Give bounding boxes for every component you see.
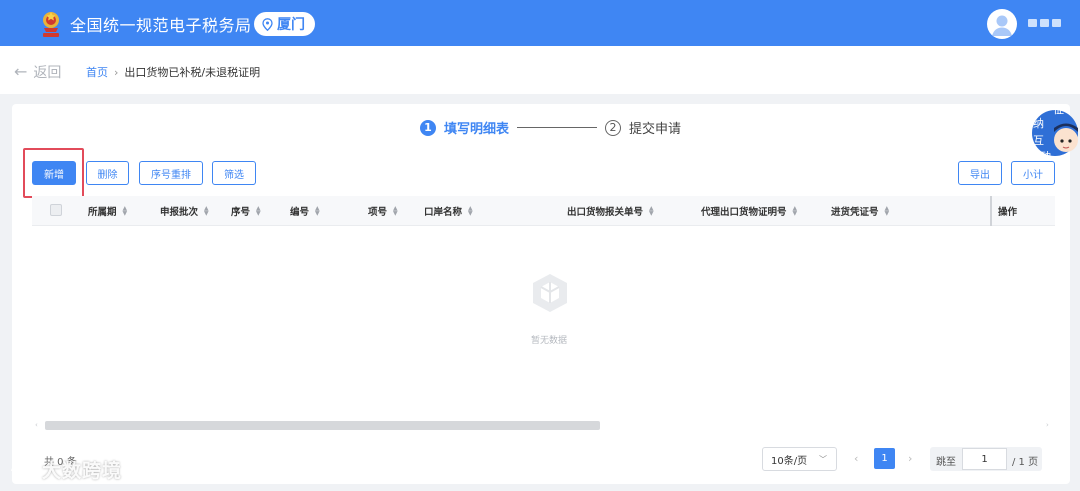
mascot-char-1: 征 xyxy=(1053,103,1064,116)
mascot-char-2: 纳 xyxy=(1033,117,1044,130)
breadcrumb-bar: ← 返回 首页 › 出口货物已补税/未退税证明 xyxy=(0,46,1080,94)
scroll-right-icon[interactable]: › xyxy=(1046,421,1049,429)
column-divider xyxy=(990,196,992,226)
jump-label: 跳至 xyxy=(936,457,956,468)
export-button[interactable]: 导出 xyxy=(958,161,1002,185)
sort-icon[interactable]: ▲ ▼ xyxy=(123,206,128,217)
sort-icon[interactable]: ▲ ▼ xyxy=(315,206,320,217)
prev-page-icon[interactable]: ‹ xyxy=(854,452,858,465)
reorder-button[interactable]: 序号重排 xyxy=(139,161,203,185)
user-name-masked[interactable] xyxy=(1028,19,1062,27)
column-header-agent-cert-no[interactable]: 代理出口货物证明号 ▲ ▼ xyxy=(701,196,797,226)
table-header: 所属期 ▲ ▼ 申报批次 ▲ ▼ 序号 ▲ ▼ 编号 ▲ ▼ 项号 ▲ ▼ 口岸名称 ▲ ▼… xyxy=(32,196,1055,226)
column-header-item[interactable]: 项号 ▲ ▼ xyxy=(368,196,398,226)
scrollbar-thumb[interactable] xyxy=(45,421,600,430)
sort-icon[interactable]: ▲ ▼ xyxy=(885,206,890,217)
city-name: 厦门 xyxy=(277,17,305,33)
sort-icon[interactable]: ▲ ▼ xyxy=(649,206,654,217)
column-header-declaration-no[interactable]: 出口货物报关单号 ▲ ▼ xyxy=(567,196,654,226)
sort-icon[interactable]: ▲ ▼ xyxy=(256,206,261,217)
user-avatar[interactable] xyxy=(987,9,1017,39)
chevron-down-icon: ﹀ xyxy=(819,455,827,464)
step-indicator: 1 填写明细表 2 提交申请 xyxy=(420,118,681,137)
step-1-label: 填写明细表 xyxy=(444,122,510,137)
total-pages: / 1 页 xyxy=(1012,457,1039,468)
scroll-left-icon[interactable]: ‹ xyxy=(35,421,38,429)
next-page-icon[interactable]: › xyxy=(908,452,912,465)
back-button[interactable]: ← 返回 xyxy=(14,62,61,82)
column-header-period[interactable]: 所属期 ▲ ▼ xyxy=(88,196,127,226)
location-pin-icon xyxy=(262,17,273,31)
add-button[interactable]: 新增 xyxy=(32,161,76,185)
page-number-current[interactable]: 1 xyxy=(874,448,895,469)
city-selector[interactable]: 厦门 xyxy=(254,12,315,36)
tax-emblem-icon xyxy=(43,12,59,37)
mascot-char-3: 互 xyxy=(1033,134,1044,147)
user-icon xyxy=(992,15,1012,36)
service-mascot-icon[interactable]: 征 纳 互 动 xyxy=(1030,100,1080,166)
page-size-select[interactable]: 10条/页 ﹀ xyxy=(762,447,837,471)
arrow-left-icon: ← xyxy=(14,62,28,81)
breadcrumb-separator: › xyxy=(114,65,119,79)
watermark-text: 大数跨境 xyxy=(42,460,123,482)
watermark-logo-icon xyxy=(10,463,36,479)
column-header-seq[interactable]: 序号 ▲ ▼ xyxy=(231,196,261,226)
sort-icon[interactable]: ▲ ▼ xyxy=(204,206,209,217)
page-size-value: 10条/页 xyxy=(771,455,808,467)
site-title: 全国统一规范电子税务局 xyxy=(70,16,252,35)
empty-box-icon xyxy=(533,274,567,312)
empty-state-text: 暂无数据 xyxy=(531,336,568,346)
sort-icon[interactable]: ▲ ▼ xyxy=(468,206,473,217)
breadcrumb-current: 出口货物已补税/未退税证明 xyxy=(124,66,261,79)
breadcrumb: 首页 › 出口货物已补税/未退税证明 xyxy=(86,64,260,80)
top-header: 全国统一规范电子税务局 厦门 xyxy=(0,0,1080,46)
sort-icon[interactable]: ▲ ▼ xyxy=(793,206,798,217)
step-connector xyxy=(517,127,598,128)
subtotal-button[interactable]: 小计 xyxy=(1011,161,1055,185)
filter-button[interactable]: 筛选 xyxy=(212,161,256,185)
column-header-batch[interactable]: 申报批次 ▲ ▼ xyxy=(160,196,209,226)
column-header-port[interactable]: 口岸名称 ▲ ▼ xyxy=(424,196,473,226)
step-2-label: 提交申请 xyxy=(629,122,682,137)
step-1-number: 1 xyxy=(420,119,436,136)
column-header-invoice-no[interactable]: 进货凭证号 ▲ ▼ xyxy=(831,196,889,226)
step-2-number: 2 xyxy=(605,119,622,136)
breadcrumb-home-link[interactable]: 首页 xyxy=(86,64,108,80)
select-all-checkbox[interactable] xyxy=(50,204,62,216)
sort-icon[interactable]: ▲ ▼ xyxy=(393,206,398,217)
watermark: 大数跨境 xyxy=(8,456,122,483)
column-header-actions: 操作 xyxy=(998,207,1018,218)
back-label: 返回 xyxy=(33,65,62,81)
column-header-code[interactable]: 编号 ▲ ▼ xyxy=(290,196,320,226)
jump-page-input[interactable] xyxy=(962,448,1007,470)
delete-button[interactable]: 删除 xyxy=(86,161,129,185)
